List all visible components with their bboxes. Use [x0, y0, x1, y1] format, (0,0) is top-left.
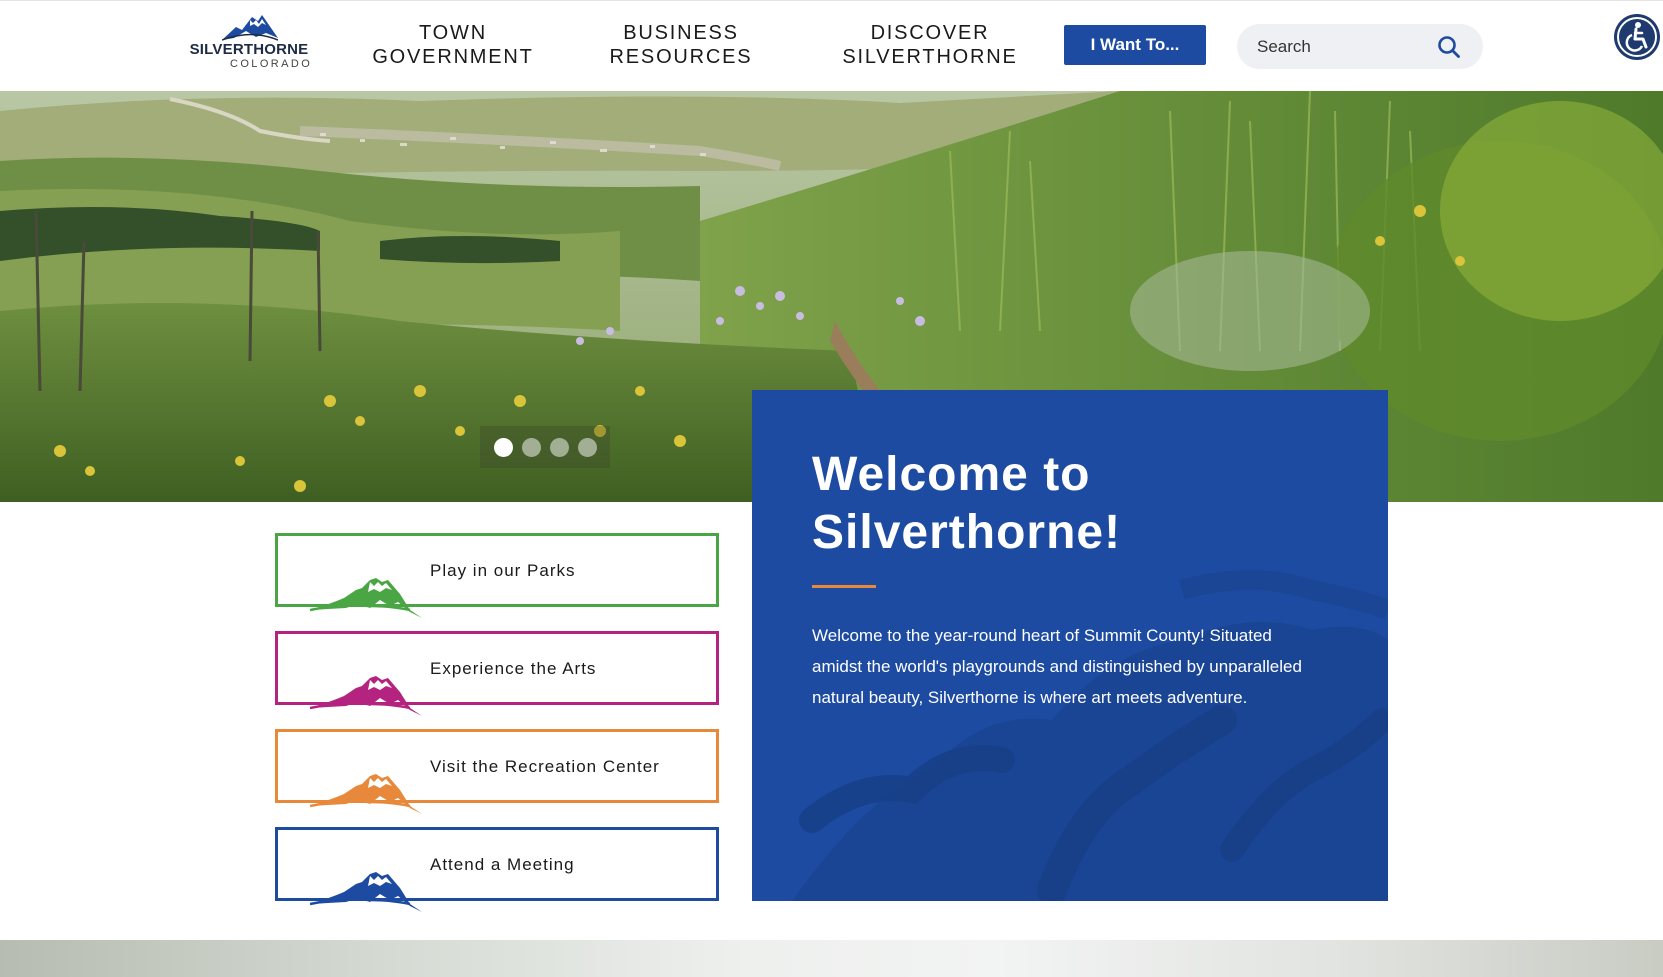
welcome-title-line1: Welcome to: [812, 448, 1091, 501]
accessibility-icon[interactable]: [1613, 13, 1661, 61]
title-underline: [812, 585, 876, 588]
mountain-icon: [310, 676, 422, 716]
quick-link-arts[interactable]: Experience the Arts: [275, 631, 719, 716]
logo-subtitle: COLORADO: [230, 58, 313, 70]
quick-link-label: Experience the Arts: [430, 659, 597, 678]
quick-link-label: Attend a Meeting: [430, 855, 575, 874]
mountain-icon: [310, 774, 422, 814]
carousel-dot-3[interactable]: [549, 437, 569, 457]
search-icon[interactable]: [1436, 34, 1462, 60]
carousel-dot-1[interactable]: [493, 437, 513, 457]
carousel-dot-4[interactable]: [577, 437, 597, 457]
welcome-body: Welcome to the year-round heart of Summi…: [812, 626, 1302, 707]
quick-link-meeting[interactable]: Attend a Meeting: [275, 827, 719, 912]
quick-link-recreation-center[interactable]: Visit the Recreation Center: [275, 729, 719, 814]
welcome-card: Welcome to Silverthorne! Welcome to the …: [752, 390, 1388, 901]
welcome-title: Welcome to Silverthorne!: [812, 446, 1332, 562]
search-box: [1237, 24, 1483, 69]
nav-label-line2: GOVERNMENT: [372, 46, 534, 68]
nav-label-line2: SILVERTHORNE: [842, 46, 1018, 68]
mountain-icon: [310, 872, 422, 912]
nav-label-line1: DISCOVER: [870, 22, 990, 44]
nav-label-line2: RESOURCES: [609, 46, 753, 68]
carousel-dot-2[interactable]: [521, 437, 541, 457]
nav-label-line1: TOWN: [419, 22, 487, 44]
mountain-icon: [310, 578, 422, 618]
carousel-dots: [480, 426, 610, 468]
welcome-title-line2: Silverthorne!: [812, 506, 1122, 559]
quick-link-parks[interactable]: Play in our Parks: [275, 533, 719, 618]
quick-link-label: Visit the Recreation Center: [430, 757, 660, 776]
nav-discover-silverthorne[interactable]: DISCOVER SILVERTHORNE: [838, 21, 1022, 69]
next-section-image: [0, 940, 1663, 977]
logo-name: SILVERTHORNE: [189, 41, 309, 58]
nav-business-resources[interactable]: BUSINESS RESOURCES: [606, 21, 756, 69]
site-logo[interactable]: SILVERTHORNE COLORADO: [184, 9, 314, 73]
site-header: SILVERTHORNE COLORADO TOWN GOVERNMENT BU…: [0, 0, 1663, 91]
i-want-to-button[interactable]: I Want To...: [1064, 25, 1206, 65]
mountain-logo-icon: [222, 15, 278, 41]
search-input[interactable]: [1257, 24, 1437, 69]
nav-town-government[interactable]: TOWN GOVERNMENT: [368, 21, 538, 69]
nav-label-line1: BUSINESS: [623, 22, 739, 44]
quick-link-label: Play in our Parks: [430, 561, 576, 580]
